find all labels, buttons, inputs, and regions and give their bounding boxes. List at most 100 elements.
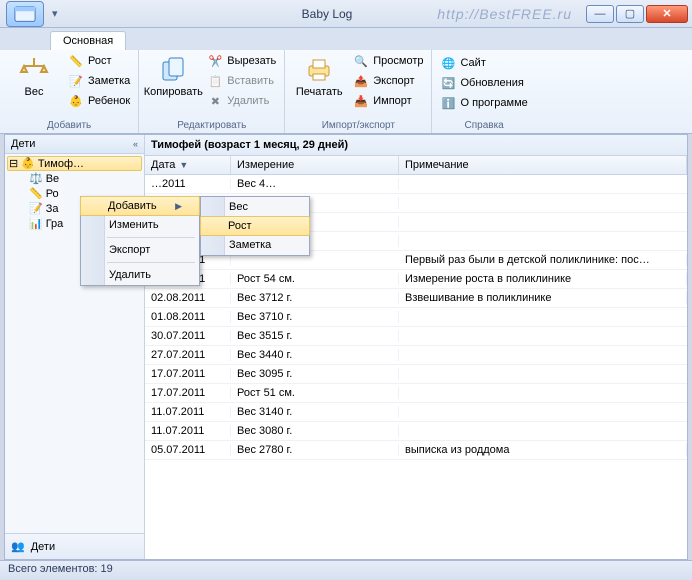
column-header-date[interactable]: Дата▼ xyxy=(145,156,231,174)
about-button[interactable]: ℹ️О программе xyxy=(438,94,529,112)
cell-date: 11.07.2011 xyxy=(145,425,231,437)
ruler-icon: 📏 xyxy=(29,187,43,200)
ctx-export[interactable]: Экспорт xyxy=(81,240,199,260)
tab-main[interactable]: Основная xyxy=(50,31,126,50)
app-menu-button[interactable] xyxy=(6,1,44,27)
child-icon: 👶 xyxy=(68,93,84,109)
cell-measure: Вес 2780 г. xyxy=(231,444,399,456)
cell-measure: Вес 4… xyxy=(231,178,399,190)
context-menu: Добавить▶ Изменить Экспорт Удалить xyxy=(80,196,200,286)
collapse-sidebar-button[interactable]: « xyxy=(133,139,138,149)
cell-date: 17.07.2011 xyxy=(145,387,231,399)
table-row[interactable]: 30.07.2011Вес 3515 г. xyxy=(145,327,687,346)
cell-measure: Вес 3440 г. xyxy=(231,349,399,361)
delete-icon: ✖ xyxy=(207,93,223,109)
cell-note: Измерение роста в поликлинике xyxy=(399,273,687,285)
grid-header: Дата▼ Измерение Примечание xyxy=(145,156,687,175)
ctx-add-weight[interactable]: Вес xyxy=(201,197,311,217)
import-icon: 📥 xyxy=(353,93,369,109)
add-child-button[interactable]: 👶Ребенок xyxy=(66,92,132,110)
ctx-add-note[interactable]: Заметка xyxy=(201,235,311,255)
cell-measure: Рост 51 см. xyxy=(231,387,399,399)
tree-node-weight[interactable]: ⚖️Ве xyxy=(7,171,142,186)
table-row[interactable]: 11.07.2011Вес 3140 г. xyxy=(145,403,687,422)
chart-icon: 📊 xyxy=(29,217,43,230)
cell-measure: Вес 3515 г. xyxy=(231,330,399,342)
cell-date: 11.07.2011 xyxy=(145,406,231,418)
refresh-icon: 🔄 xyxy=(440,75,456,91)
cell-measure: Рост 54 см. xyxy=(231,273,399,285)
table-row[interactable]: 02.08.2011Рост 54 см.Измерение роста в п… xyxy=(145,270,687,289)
cell-measure: Вес 3080 г. xyxy=(231,425,399,437)
minus-icon: ⊟ xyxy=(9,157,18,170)
table-row[interactable]: …2011Вес 4… xyxy=(145,175,687,194)
cell-date: 17.07.2011 xyxy=(145,368,231,380)
paste-icon: 📋 xyxy=(207,73,223,89)
cell-measure: Вес 3710 г. xyxy=(231,311,399,323)
export-button[interactable]: 📤Экспорт xyxy=(351,72,425,90)
group-label: Добавить xyxy=(6,119,132,133)
table-row[interactable]: 02.08.2011Вес 3712 г.Взвешивание в полик… xyxy=(145,289,687,308)
cell-note: Первый раз были в детской поликлинике: п… xyxy=(399,254,687,266)
copy-button[interactable]: Копировать xyxy=(145,52,201,98)
note-icon: 📝 xyxy=(68,73,84,89)
import-button[interactable]: 📥Импорт xyxy=(351,92,425,110)
ctx-add[interactable]: Добавить▶ xyxy=(80,196,200,216)
add-weight-button[interactable]: Вес xyxy=(6,52,62,98)
sidebar-header: Дети « xyxy=(5,135,144,154)
column-header-measure[interactable]: Измерение xyxy=(231,156,399,174)
table-row[interactable]: 17.07.2011Вес 3095 г. xyxy=(145,365,687,384)
add-note-button[interactable]: 📝Заметка xyxy=(66,72,132,90)
cell-date: 05.07.2011 xyxy=(145,444,231,456)
titlebar: ▾ Baby Log http://BestFREE.ru — ▢ ✕ xyxy=(0,0,692,28)
note-icon: 📝 xyxy=(29,202,43,215)
ctx-edit[interactable]: Изменить xyxy=(81,215,199,235)
table-row[interactable]: 01.08.2011Вес 3710 г. xyxy=(145,308,687,327)
globe-icon: 🌐 xyxy=(440,55,456,71)
ribbon-tabstrip: Основная xyxy=(0,28,692,50)
status-bar: Всего элементов: 19 xyxy=(0,560,692,580)
child-icon: 👶 xyxy=(21,157,35,170)
column-header-note[interactable]: Примечание xyxy=(399,156,687,174)
sort-desc-icon: ▼ xyxy=(179,160,188,170)
cell-date: 02.08.2011 xyxy=(145,292,231,304)
cut-button[interactable]: ✂️Вырезать xyxy=(205,52,278,70)
ribbon-group-add: Вес 📏Рост 📝Заметка 👶Ребенок Добавить xyxy=(0,50,139,133)
cell-note: Взвешивание в поликлинике xyxy=(399,292,687,304)
scales-icon: ⚖️ xyxy=(29,172,43,185)
table-row[interactable]: 11.07.2011Вес 3080 г. xyxy=(145,422,687,441)
cell-date: …2011 xyxy=(145,178,231,190)
add-height-button[interactable]: 📏Рост xyxy=(66,52,132,70)
print-button[interactable]: Печатать xyxy=(291,52,347,98)
ribbon-group-help: 🌐Сайт 🔄Обновления ℹ️О программе Справка xyxy=(432,50,535,133)
delete-button: ✖Удалить xyxy=(205,92,278,110)
scissors-icon: ✂️ xyxy=(207,53,223,69)
updates-button[interactable]: 🔄Обновления xyxy=(438,74,529,92)
cell-date: 27.07.2011 xyxy=(145,349,231,361)
cell-date: 30.07.2011 xyxy=(145,330,231,342)
preview-button[interactable]: 🔍Просмотр xyxy=(351,52,425,70)
info-icon: ℹ️ xyxy=(440,95,456,111)
table-row[interactable]: 27.07.2011Вес 3440 г. xyxy=(145,346,687,365)
ribbon-group-io: Печатать 🔍Просмотр 📤Экспорт 📥Импорт Импо… xyxy=(285,50,432,133)
cell-note: выписка из роддома xyxy=(399,444,687,456)
ribbon-group-edit: Копировать ✂️Вырезать 📋Вставить ✖Удалить… xyxy=(139,50,285,133)
content-header: Тимофей (возраст 1 месяц, 29 дней) xyxy=(145,135,687,156)
maximize-button[interactable]: ▢ xyxy=(616,5,644,23)
tree-node-root[interactable]: ⊟ 👶 Тимоф… xyxy=(7,156,142,171)
table-row[interactable]: 05.07.2011Вес 2780 г.выписка из роддома xyxy=(145,441,687,460)
close-button[interactable]: ✕ xyxy=(646,5,688,23)
printer-icon xyxy=(303,54,335,86)
minimize-button[interactable]: — xyxy=(586,5,614,23)
ctx-delete[interactable]: Удалить xyxy=(81,265,199,285)
ribbon: Вес 📏Рост 📝Заметка 👶Ребенок Добавить Коп… xyxy=(0,50,692,134)
copy-icon xyxy=(157,54,189,86)
context-submenu-add: Вес Рост Заметка xyxy=(200,196,310,256)
cell-measure: Вес 3095 г. xyxy=(231,368,399,380)
table-row[interactable]: 17.07.2011Рост 51 см. xyxy=(145,384,687,403)
qat-dropdown-icon[interactable]: ▾ xyxy=(52,7,68,20)
site-button[interactable]: 🌐Сайт xyxy=(438,54,529,72)
magnifier-icon: 🔍 xyxy=(353,53,369,69)
ctx-add-height[interactable]: Рост xyxy=(200,216,310,236)
sidebar-category-children[interactable]: 👥 Дети xyxy=(5,533,144,559)
